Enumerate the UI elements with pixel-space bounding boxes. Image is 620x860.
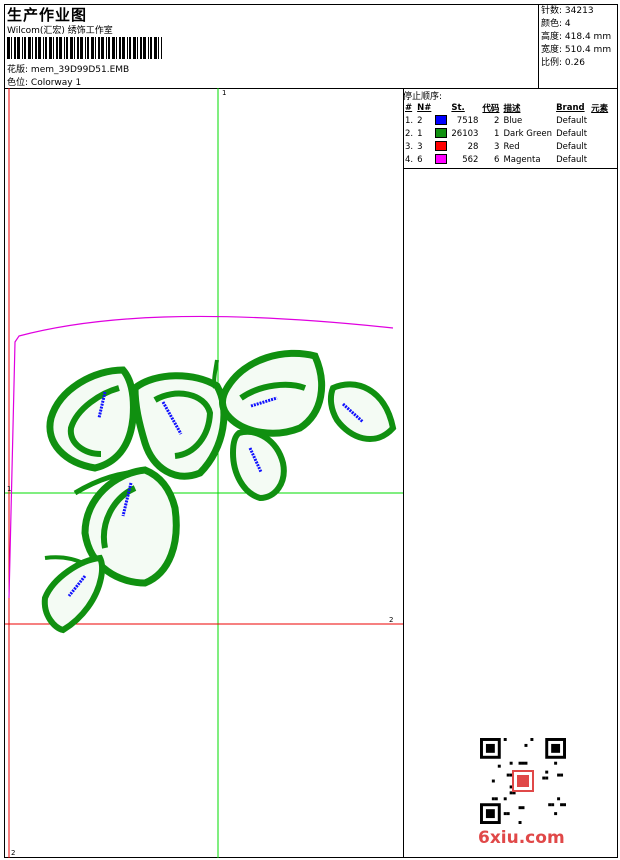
qr-code: [480, 738, 566, 824]
table-row: 3. 3 28 3 Red Default: [405, 141, 588, 152]
leaf-right-middle: [229, 428, 287, 502]
axis-label-bottom: 2: [11, 849, 16, 857]
col-swatch: [433, 101, 449, 114]
stat-width: 宽度: 510.4 mm: [541, 45, 612, 55]
leaf-upper-right: [219, 349, 326, 437]
studio-name: Wilcom(汇宏) 绣饰工作室: [7, 26, 113, 36]
stat-height: 高度: 418.4 mm: [541, 32, 612, 42]
stats-block: 针数: 34213 颜色: 4 高度: 418.4 mm 宽度: 510.4 m…: [541, 5, 611, 70]
table-divider: [403, 168, 618, 169]
col-element: 元素: [591, 103, 609, 114]
leaf-lower-left: [41, 554, 106, 634]
design-canvas: [5, 88, 403, 858]
stats-divider: [538, 4, 539, 88]
design-info: 花版: mem_39D99D51.EMB: [7, 62, 129, 75]
stat-scale: 比例: 0.26: [541, 58, 585, 68]
table-row: 1. 2 7518 2 Blue Default: [405, 115, 588, 126]
design-file: mem_39D99D51.EMB: [30, 65, 130, 75]
stat-stitches: 针数: 34213: [541, 6, 594, 16]
col-code: 代码: [482, 103, 500, 114]
page-title: 生产作业图: [7, 6, 88, 24]
leaf-upper-left: [46, 366, 137, 472]
leaf-far-right: [327, 381, 397, 442]
barcode: [7, 37, 162, 59]
thread-table: # N# St. 代码 描述 Brand 元素 1. 2 7518 2 Blue…: [403, 101, 610, 166]
color-swatch: [435, 128, 448, 139]
leaf-upper-middle: [131, 372, 228, 480]
color-swatch: [435, 154, 448, 165]
col-brand: Brand: [556, 102, 585, 113]
canvas-divider: [403, 88, 404, 858]
col-stitches: St.: [451, 102, 465, 113]
embroidery-leaves: [41, 349, 397, 634]
col-number: N#: [417, 102, 432, 113]
col-index: #: [405, 102, 413, 113]
colorway-value: Colorway 1: [30, 78, 82, 88]
axis-label-top: 1: [222, 89, 227, 97]
color-swatch: [435, 115, 448, 126]
colorway-label: 色位:: [7, 78, 29, 88]
colorway-info: 色位: Colorway 1: [7, 75, 81, 88]
thread-table-header: # N# St. 代码 描述 Brand 元素: [403, 101, 610, 114]
table-row: 4. 6 562 6 Magenta Default: [405, 154, 588, 165]
design-label: 花版:: [7, 65, 29, 75]
axis-label-right: 2: [389, 616, 394, 624]
stat-colors: 颜色: 4: [541, 19, 571, 29]
table-row: 2. 1 26103 1 Dark Green Default: [405, 128, 588, 139]
watermark-logo: 6xiu.com: [478, 828, 565, 848]
color-swatch: [435, 141, 448, 152]
col-description: 描述: [503, 103, 521, 114]
axis-label-left: 1: [7, 485, 12, 493]
